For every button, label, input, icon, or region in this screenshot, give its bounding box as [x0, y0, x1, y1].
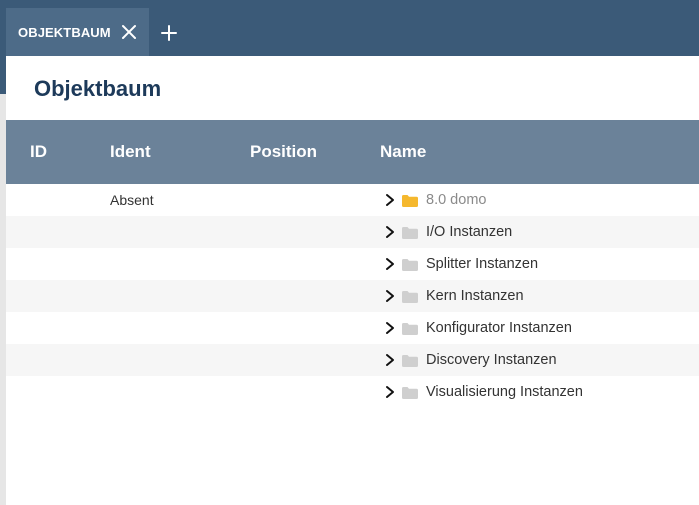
table-row[interactable]: I/O Instanzen — [6, 216, 699, 248]
tab-label: OBJEKTBAUM — [18, 24, 111, 40]
folder-icon — [402, 290, 418, 303]
column-header-position[interactable]: Position — [250, 142, 317, 162]
column-header-id[interactable]: ID — [30, 142, 47, 162]
cell-name: Kern Instanzen — [426, 288, 524, 304]
page-title: Objektbaum — [34, 76, 162, 101]
table-row[interactable]: Splitter Instanzen — [6, 248, 699, 280]
table-row[interactable]: Absent 8.0 domo — [6, 184, 699, 216]
cell-name: 8.0 domo — [426, 192, 487, 208]
table-header: ID Ident Position Name — [6, 120, 699, 184]
content-panel: Objektbaum ID Ident Position Name Absent… — [6, 56, 699, 505]
cell-name: Konfigurator Instanzen — [426, 320, 572, 336]
folder-icon — [402, 226, 418, 239]
cell-name: Discovery Instanzen — [426, 352, 557, 368]
table-row[interactable]: Kern Instanzen — [6, 280, 699, 312]
chevron-right-icon[interactable] — [384, 321, 396, 335]
chevron-right-icon[interactable] — [384, 385, 396, 399]
tab-objektbaum[interactable]: OBJEKTBAUM — [6, 8, 149, 56]
chevron-right-icon[interactable] — [384, 353, 396, 367]
plus-icon[interactable] — [158, 22, 180, 44]
cell-ident: Absent — [110, 192, 154, 208]
table-row[interactable]: Konfigurator Instanzen — [6, 312, 699, 344]
table-row[interactable]: Visualisierung Instanzen — [6, 376, 699, 408]
folder-icon — [402, 194, 418, 207]
column-header-ident[interactable]: Ident — [110, 142, 151, 162]
chevron-right-icon[interactable] — [384, 225, 396, 239]
cell-name: Splitter Instanzen — [426, 256, 539, 272]
folder-icon — [402, 354, 418, 367]
folder-icon — [402, 258, 418, 271]
chevron-right-icon[interactable] — [384, 257, 396, 271]
chevron-right-icon[interactable] — [384, 289, 396, 303]
close-icon[interactable] — [119, 22, 139, 42]
cell-name: I/O Instanzen — [426, 224, 513, 240]
table-row[interactable]: Discovery Instanzen — [6, 344, 699, 376]
cell-name: Visualisierung Instanzen — [426, 384, 583, 400]
folder-icon — [402, 386, 418, 399]
column-header-name[interactable]: Name — [380, 142, 426, 162]
folder-icon — [402, 322, 418, 335]
chevron-right-icon[interactable] — [384, 193, 396, 207]
